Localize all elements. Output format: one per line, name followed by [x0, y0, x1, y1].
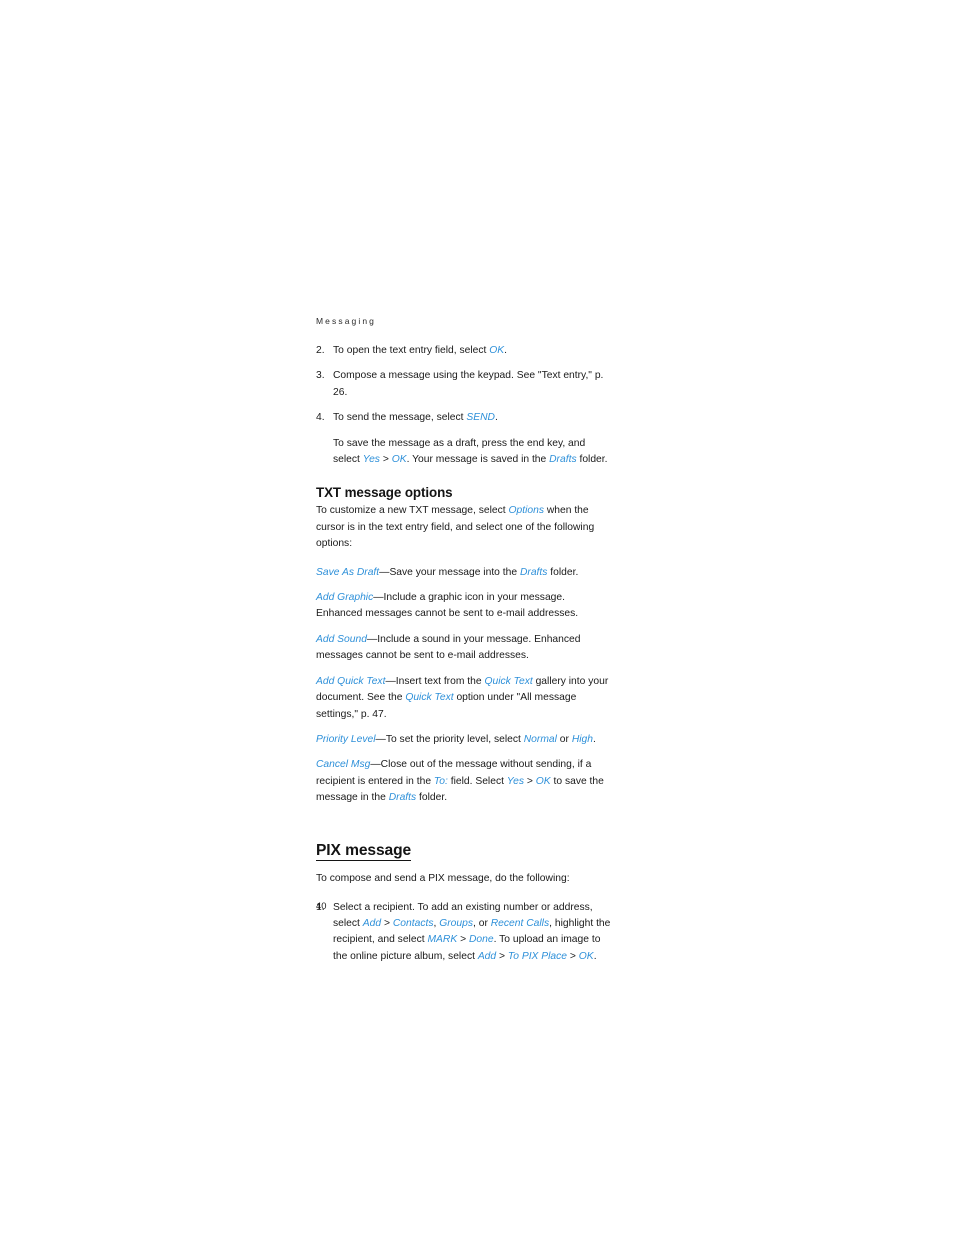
ui-term: Recent Calls — [490, 917, 550, 929]
body-text: folder. — [547, 566, 579, 578]
option-priority-level: Priority Level—To set the priority level… — [316, 732, 612, 748]
option-cancel-msg: Cancel Msg—Close out of the message with… — [316, 757, 612, 806]
body-text: —To set the priority level, select — [375, 733, 524, 745]
ui-term: High — [571, 733, 593, 745]
body-text: To compose and send a PIX message, do th… — [316, 873, 570, 885]
ui-term: MARK — [427, 934, 458, 946]
section-heading-txt-message-options: TXT message options — [316, 485, 453, 501]
ui-term: OK — [578, 950, 594, 962]
body-text: To send the message, select — [333, 412, 467, 424]
list-item-number: 4. — [316, 412, 325, 424]
body-text: > — [379, 454, 392, 466]
ui-term: Cancel Msg — [316, 759, 371, 771]
running-header: Messaging — [316, 316, 377, 326]
ui-term: SEND — [466, 412, 495, 424]
ui-term: Yes — [506, 775, 524, 787]
ui-term: Options — [508, 505, 544, 517]
body-text: or — [556, 733, 572, 745]
ui-term: Quick Text — [484, 675, 533, 687]
list-item-text: Select a recipient. To add an existing n… — [333, 900, 612, 966]
list-item: 3. Compose a message using the keypad. S… — [316, 368, 612, 401]
list-item-number: 2. — [316, 345, 325, 356]
body-text: > — [457, 934, 469, 946]
body-text: . — [494, 412, 498, 424]
ui-term: Add Quick Text — [316, 675, 386, 687]
section-heading-pix-message: PIX message — [316, 842, 411, 862]
ui-term: Priority Level — [316, 733, 376, 745]
ui-term: Drafts — [388, 792, 417, 804]
steps-top-list: 2. To open the text entry field, select … — [316, 343, 612, 468]
list-item-text: To open the text entry field, select OK. — [333, 343, 612, 359]
body-text: field. Select — [447, 775, 507, 787]
ui-term: Normal — [523, 733, 557, 745]
ui-term: Groups — [439, 917, 473, 929]
list-item-text: To send the message, select SEND. — [333, 410, 612, 426]
ui-term: Contacts — [392, 917, 434, 929]
ui-term: Drafts — [549, 454, 577, 466]
ui-term: Save As Draft — [316, 566, 380, 578]
body-text: Compose a message using the keypad. See … — [333, 370, 604, 398]
body-text: —Save your message into the — [379, 566, 520, 578]
page-number: 40 — [316, 900, 327, 911]
list-item-number: 3. — [316, 370, 325, 382]
body-text: , or — [473, 917, 491, 929]
ui-term: OK — [489, 345, 505, 356]
option-add-graphic: Add Graphic—Include a graphic icon in yo… — [316, 590, 612, 623]
ui-term: Add — [362, 917, 382, 929]
body-text: To customize a new TXT message, select — [316, 505, 509, 517]
ui-term: OK — [391, 454, 407, 466]
option-add-sound: Add Sound—Include a sound in your messag… — [316, 632, 612, 665]
list-item-continuation: To save the message as a draft, press th… — [333, 436, 612, 469]
ui-term: Quick Text — [405, 692, 454, 704]
ui-term: Done — [468, 934, 494, 946]
list-item: 2. To open the text entry field, select … — [316, 343, 612, 359]
body-text: To open the text entry field, select — [333, 345, 490, 356]
pix-section-intro: To compose and send a PIX message, do th… — [316, 871, 612, 887]
ui-term: Add — [477, 950, 497, 962]
document-page: Messaging 2. To open the text entry fiel… — [316, 316, 612, 974]
body-text: —Insert text from the — [385, 675, 485, 687]
ui-term: To: — [433, 775, 448, 787]
ui-term: Yes — [362, 454, 380, 466]
list-item: 4. To send the message, select SEND. — [316, 410, 612, 426]
ui-term: Drafts — [519, 566, 548, 578]
ui-term: Add Graphic — [316, 592, 374, 604]
pix-heading-wrap: PIX message — [316, 816, 612, 872]
body-text: > — [381, 917, 393, 929]
txt-section-intro: To customize a new TXT message, select O… — [316, 503, 612, 552]
body-text: folder. — [576, 454, 608, 466]
body-text: > — [567, 950, 579, 962]
ui-term: Add Sound — [316, 633, 367, 645]
body-text: > — [496, 950, 508, 962]
body-text: . — [593, 950, 597, 962]
body-text: . — [593, 733, 596, 745]
option-add-quick-text: Add Quick Text—Insert text from the Quic… — [316, 674, 612, 723]
option-save-as-draft: Save As Draft—Save your message into the… — [316, 565, 612, 581]
body-text: . Your message is saved in the — [406, 454, 550, 466]
ui-term: OK — [535, 775, 551, 787]
body-text: > — [524, 775, 536, 787]
body-text: folder. — [416, 792, 448, 804]
body-text: . — [504, 345, 508, 356]
ui-term: To PIX Place — [507, 950, 568, 962]
list-item: 1. Select a recipient. To add an existin… — [316, 900, 612, 966]
list-item-text: Compose a message using the keypad. See … — [333, 368, 612, 401]
